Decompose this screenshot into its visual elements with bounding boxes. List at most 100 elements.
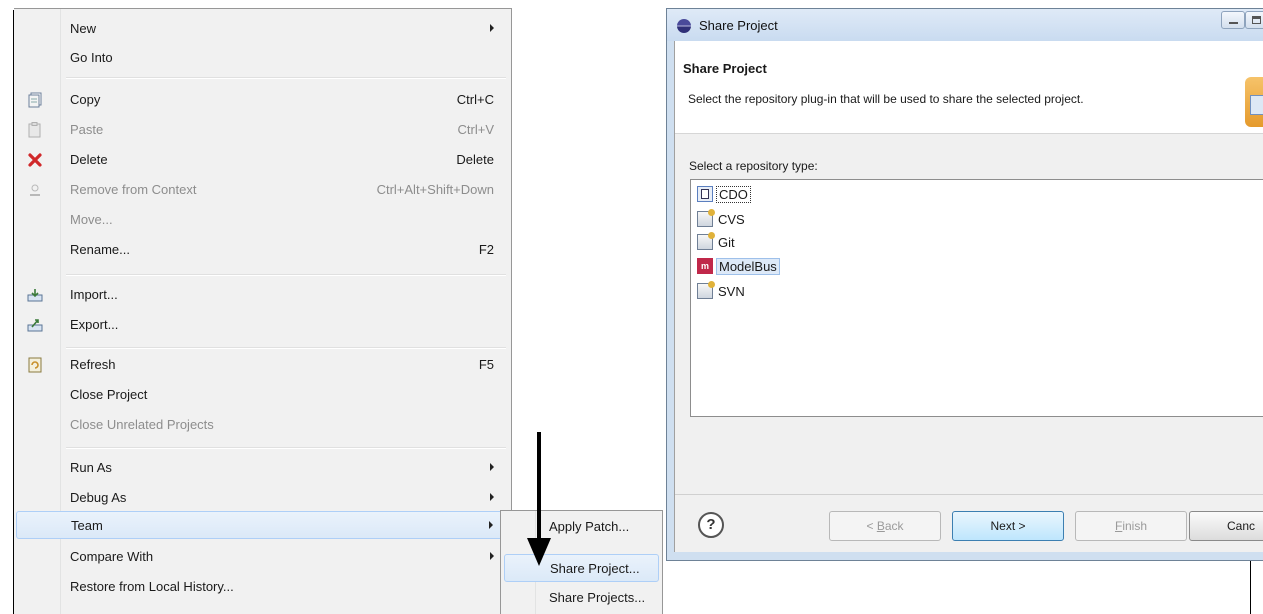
submenu-item-label: Apply Patch... [549, 519, 630, 534]
svn-icon [697, 281, 715, 299]
menu-item-new[interactable]: New [16, 15, 508, 43]
finish-button[interactable]: Finish [1075, 511, 1187, 541]
menu-item-label: Close Unrelated Projects [70, 417, 214, 432]
submenu-arrow-icon [490, 493, 494, 501]
menu-item-label: Copy [70, 92, 101, 107]
repository-item-svn[interactable]: SVN [697, 280, 747, 302]
menu-item-label: Remove from Context [70, 182, 197, 197]
repository-item-git[interactable]: Git [697, 231, 737, 253]
menu-item-close-unrelated-projects[interactable]: Close Unrelated Projects [16, 411, 508, 439]
share-wizard-icon [1245, 77, 1263, 127]
menu-item-paste[interactable]: Paste Ctrl+V [16, 116, 508, 144]
cvs-icon [697, 209, 715, 227]
repository-item-label: ModelBus [716, 257, 780, 275]
menu-item-run-as[interactable]: Run As [16, 454, 508, 482]
menu-item-debug-as[interactable]: Debug As [16, 484, 508, 512]
submenu-item-apply-patch[interactable]: Apply Patch... [504, 513, 659, 541]
menu-separator [66, 274, 506, 276]
paste-icon [26, 121, 44, 139]
annotation-arrow-shaft [537, 432, 541, 542]
menu-item-label: Import... [70, 287, 118, 302]
menu-item-copy[interactable]: Copy Ctrl+C [16, 86, 508, 114]
menu-item-label: Go Into [70, 50, 113, 65]
import-icon [26, 286, 44, 304]
menu-item-delete[interactable]: Delete Delete [16, 146, 508, 174]
repository-item-label: SVN [718, 283, 745, 299]
menu-separator [66, 77, 506, 79]
eclipse-icon [677, 19, 691, 33]
menu-item-label: Debug As [70, 490, 127, 505]
back-button[interactable]: < Back [829, 511, 941, 541]
finish-label-rest: inish [1122, 519, 1148, 533]
menu-item-label: Export... [70, 317, 119, 332]
menu-item-team[interactable]: Team [16, 511, 508, 539]
minimize-button[interactable] [1221, 11, 1245, 29]
shortcut-rename: F2 [478, 242, 494, 257]
dialog-titlebar[interactable]: Share Project [667, 9, 1263, 41]
maximize-button[interactable] [1245, 11, 1263, 29]
refresh-icon [26, 356, 44, 374]
context-menu: New Go Into Copy Ctrl+C Paste Ctrl+V Del… [14, 8, 512, 614]
shortcut-remove-from-context: Ctrl+Alt+Shift+Down [376, 182, 494, 197]
menu-item-move[interactable]: Move... [16, 206, 508, 234]
copy-icon [26, 91, 44, 109]
repository-item-label: Git [718, 234, 735, 250]
menu-item-import[interactable]: Import... [16, 281, 508, 309]
menu-item-label: Rename... [70, 242, 130, 257]
submenu-arrow-icon [490, 24, 494, 32]
repository-item-cvs[interactable]: CVS [697, 208, 747, 230]
wizard-banner: Share Project Select the repository plug… [675, 41, 1263, 134]
submenu-arrow-icon [489, 521, 493, 529]
menu-item-label: New [70, 21, 97, 36]
menu-item-remove-from-context[interactable]: Remove from Context Ctrl+Alt+Shift+Down [16, 176, 508, 204]
submenu-item-label: Share Project... [550, 561, 640, 576]
submenu-item-label: Share Projects... [549, 590, 646, 605]
menu-item-export[interactable]: Export... [16, 311, 508, 339]
menu-item-label: Compare With [70, 549, 154, 564]
menu-item-go-into[interactable]: Go Into [16, 44, 508, 72]
menu-item-label: Move... [70, 212, 113, 227]
team-submenu: Apply Patch... Share Project... Share Pr… [500, 510, 663, 614]
repository-item-cdo[interactable]: CDO [697, 183, 751, 205]
menu-item-label: Refresh [70, 357, 116, 372]
menu-item-close-project[interactable]: Close Project [16, 381, 508, 409]
menu-item-label: Team [71, 518, 103, 533]
shortcut-refresh: F5 [478, 357, 494, 372]
repository-type-label: Select a repository type: [689, 159, 818, 173]
cdo-icon [697, 186, 713, 202]
remove-context-icon [26, 181, 44, 199]
submenu-arrow-icon [490, 463, 494, 471]
delete-icon [26, 151, 44, 169]
dialog-client-area: Share Project Select the repository plug… [674, 41, 1263, 552]
menu-item-rename[interactable]: Rename... F2 [16, 236, 508, 264]
submenu-arrow-icon [490, 552, 494, 560]
menu-separator [66, 447, 506, 449]
shortcut-copy: Ctrl+C [456, 92, 494, 107]
dialog-title: Share Project [699, 18, 778, 33]
repository-item-label: CVS [718, 211, 745, 227]
menu-item-label: Delete [70, 152, 108, 167]
menu-separator [66, 347, 506, 349]
menu-item-label: Close Project [70, 387, 148, 402]
shortcut-delete: Delete [456, 152, 494, 167]
submenu-item-share-projects[interactable]: Share Projects... [504, 584, 659, 612]
repository-type-list[interactable]: CDO CVS Git m ModelBus SVN [690, 179, 1263, 417]
next-button[interactable]: Next > [952, 511, 1064, 541]
annotation-arrow-down-icon [527, 538, 551, 566]
modelbus-icon: m [697, 258, 713, 274]
menu-item-restore-from-local-history[interactable]: Restore from Local History... [16, 573, 508, 601]
wizard-description: Select the repository plug-in that will … [688, 92, 1084, 106]
menu-item-label: Restore from Local History... [70, 579, 234, 594]
menu-item-compare-with[interactable]: Compare With [16, 543, 508, 571]
repository-item-modelbus[interactable]: m ModelBus [697, 255, 780, 277]
menu-item-label: Paste [70, 122, 104, 137]
frame-border-right [1250, 556, 1251, 614]
back-label-rest: ack [884, 519, 904, 533]
cancel-button[interactable]: Canc [1189, 511, 1263, 541]
menu-item-label: Run As [70, 460, 112, 475]
dialog-footer-separator [675, 494, 1263, 495]
menu-item-refresh[interactable]: Refresh F5 [16, 351, 508, 379]
back-label-mnemonic: B [876, 519, 885, 533]
help-icon[interactable]: ? [698, 512, 724, 538]
repository-item-label: CDO [716, 185, 751, 203]
